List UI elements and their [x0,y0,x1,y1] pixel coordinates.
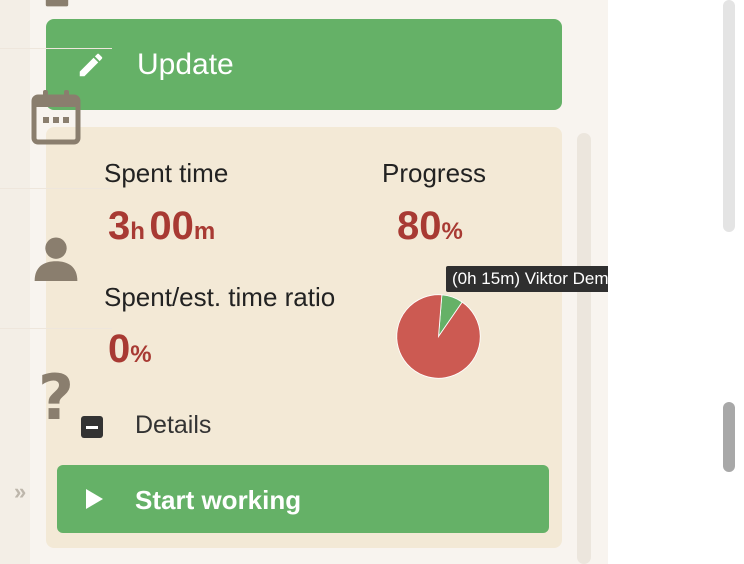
sidebar-item-user[interactable] [0,188,112,329]
progress-number: 80 [397,204,442,248]
update-button-label: Update [137,48,234,81]
details-label[interactable]: Details [135,411,211,440]
spent-time-label: Spent time [104,158,229,188]
spent-minutes: 00 [149,204,194,248]
card-scrollbar[interactable] [577,133,591,564]
pie-slice[interactable] [396,294,481,379]
spent-time-value: 3h 00m [108,204,215,249]
user-icon [34,237,78,281]
sidebar-item-top[interactable] [0,0,112,49]
minutes-unit: m [193,218,216,245]
time-distribution-pie-chart[interactable] [395,293,482,380]
page-scrollbar-thumb[interactable] [723,402,735,472]
ratio-unit: % [130,341,152,368]
right-sidebar [608,0,720,564]
progress-unit: % [441,218,463,245]
ratio-value: 0% [108,327,152,372]
hours-unit: h [130,218,145,245]
ratio-label: Spent/est. time ratio [104,282,336,312]
progress-value: 80% [397,204,463,249]
update-button[interactable] [46,19,562,110]
start-working-label: Start working [135,485,302,515]
calendar-icon [31,90,81,145]
help-icon[interactable]: ? [38,361,74,434]
card-icon [45,0,69,7]
progress-label: Progress [382,158,487,188]
start-working-button[interactable] [57,465,549,533]
sidebar-scrollbar-thumb[interactable] [723,0,735,232]
sidebar-item-calendar[interactable] [0,48,112,189]
